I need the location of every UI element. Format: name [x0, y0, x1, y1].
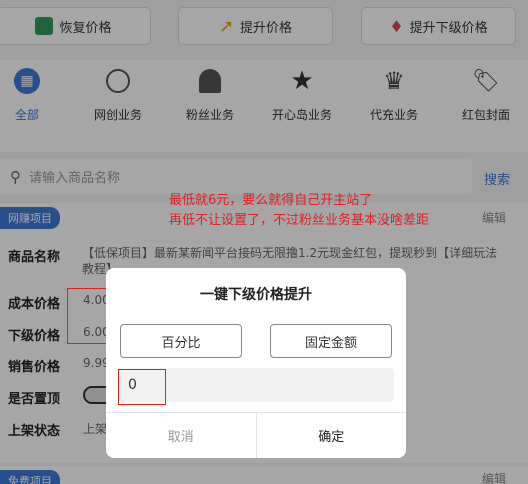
raise-sub-price-dialog: 一键下级价格提升 百分比 固定金额 0 取消 确定	[106, 268, 406, 458]
fixed-amount-button[interactable]: 固定金额	[270, 324, 392, 358]
input-highlight-box	[118, 369, 166, 405]
percent-button[interactable]: 百分比	[120, 324, 242, 358]
annotation-line2: 再低不让设置了，不过粉丝业务基本没啥差距	[169, 213, 430, 228]
dialog-title: 一键下级价格提升	[200, 287, 312, 303]
annotation-line1: 最低就6元，要么就得自己开主站了	[169, 193, 373, 208]
confirm-button[interactable]: 确定	[257, 413, 407, 458]
dialog-footer: 取消 确定	[106, 412, 406, 458]
cancel-button[interactable]: 取消	[106, 413, 257, 458]
